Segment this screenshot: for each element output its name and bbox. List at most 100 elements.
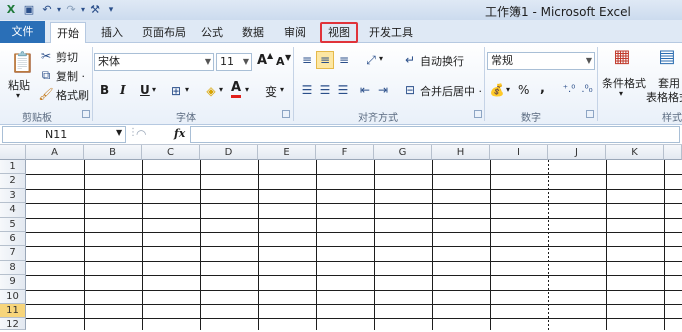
tab-page-layout[interactable]: 页面布局 [137, 22, 191, 43]
align-top-icon[interactable]: ≡ [299, 52, 315, 68]
column-header[interactable]: K [606, 145, 664, 160]
column-header[interactable]: H [432, 145, 490, 160]
column-header[interactable]: I [490, 145, 548, 160]
increase-indent-icon[interactable]: ⇥ [375, 82, 391, 98]
decrease-decimal-icon[interactable]: .⁰₀ [579, 82, 595, 98]
column-header[interactable]: E [258, 145, 316, 160]
tab-data[interactable]: 数据 [238, 22, 268, 43]
align-bottom-icon[interactable]: ≡ [336, 52, 352, 68]
font-color-icon[interactable]: A [231, 81, 242, 98]
accounting-format-icon[interactable]: 💰 [489, 82, 505, 98]
row-header[interactable]: 2 [0, 174, 26, 189]
merge-center-button[interactable]: 合并后居中 · [420, 83, 482, 99]
row-header[interactable]: 3 [0, 188, 26, 204]
cancel-entry-icon[interactable]: ◠ [136, 127, 146, 141]
row-header[interactable]: 5 [0, 217, 26, 232]
format-painter-button[interactable]: 格式刷 [56, 87, 89, 103]
bold-button[interactable]: B [100, 83, 109, 97]
select-all-corner[interactable] [0, 145, 26, 160]
tab-insert[interactable]: 插入 [95, 22, 129, 43]
chevron-down-icon: ▼ [242, 57, 249, 66]
column-header[interactable]: D [200, 145, 258, 160]
format-as-table-button-line2[interactable]: 表格格式 [646, 89, 682, 105]
align-middle-icon[interactable]: ≡ [316, 51, 334, 69]
font-color-dropdown-icon[interactable]: ▾ [245, 85, 249, 94]
borders-icon[interactable]: ⊞ [168, 83, 184, 99]
alignment-launcher-icon[interactable] [474, 110, 482, 118]
column-header[interactable]: C [142, 145, 200, 160]
column-header[interactable]: J [548, 145, 606, 160]
phonetic-dropdown-icon[interactable]: ▾ [280, 85, 284, 94]
font-launcher-icon[interactable] [282, 110, 290, 118]
orientation-dropdown-icon[interactable]: ▾ [379, 54, 383, 63]
row-header[interactable]: 8 [0, 260, 26, 276]
save-icon[interactable]: ▣ [22, 3, 36, 17]
wrap-text-icon[interactable]: ↵ [402, 52, 418, 68]
tab-file[interactable]: 文件 [0, 21, 45, 43]
column-header[interactable]: G [374, 145, 432, 160]
borders-dropdown-icon[interactable]: ▾ [185, 85, 189, 94]
number-format-combo[interactable]: 常规 ▼ [487, 52, 595, 70]
tab-home[interactable]: 开始 [50, 22, 86, 43]
customize-dropdown-icon[interactable]: ▾ [104, 3, 118, 17]
phonetic-button[interactable]: 变 [265, 83, 277, 100]
name-box[interactable]: N11 [2, 126, 126, 143]
row-header[interactable]: 1 [0, 160, 26, 175]
row-header[interactable]: 4 [0, 203, 26, 218]
comma-style-button[interactable]: , [540, 81, 545, 96]
increase-decimal-icon[interactable]: ⁺.⁰ [561, 82, 577, 98]
customize-icon[interactable]: ⚒ [88, 3, 102, 17]
fill-color-icon[interactable]: ◈ [203, 83, 219, 99]
paste-dropdown-icon[interactable]: ▾ [16, 91, 20, 100]
accounting-dropdown-icon[interactable]: ▾ [506, 85, 510, 94]
decrease-indent-icon[interactable]: ⇤ [357, 82, 373, 98]
cut-icon[interactable]: ✂ [38, 48, 54, 64]
row-header[interactable]: 12 [0, 318, 26, 331]
paste-icon[interactable]: 📋 [10, 49, 35, 75]
copy-button[interactable]: 复制 · [56, 68, 85, 84]
tab-review[interactable]: 审阅 [280, 22, 310, 43]
conditional-formatting-button[interactable]: 条件格式 [602, 75, 646, 91]
shrink-font-button[interactable]: A [276, 55, 285, 68]
grow-font-button[interactable]: A [257, 53, 267, 68]
wrap-text-button[interactable]: 自动换行 [420, 53, 464, 69]
clipboard-group-label: 剪贴板 [22, 113, 52, 124]
format-painter-icon[interactable]: 🖌 [38, 86, 54, 102]
tab-view[interactable]: 视图 [320, 22, 358, 43]
column-header[interactable] [664, 145, 682, 160]
row-header[interactable]: 10 [0, 289, 26, 304]
insert-function-button[interactable]: fx [174, 127, 185, 140]
tab-developer[interactable]: 开发工具 [366, 22, 416, 43]
font-name-combo[interactable]: 宋体 ▼ [94, 53, 214, 71]
row-header[interactable]: 6 [0, 232, 26, 247]
tab-formulas[interactable]: 公式 [198, 22, 226, 43]
merge-center-icon[interactable]: ⊟ [402, 82, 418, 98]
font-size-combo[interactable]: 11 ▼ [216, 53, 252, 71]
align-right-icon[interactable]: ☰ [335, 82, 351, 98]
underline-button[interactable]: U [140, 83, 150, 97]
percent-style-button[interactable]: % [518, 83, 529, 97]
number-launcher-icon[interactable] [586, 110, 594, 118]
align-center-icon[interactable]: ☰ [317, 82, 333, 98]
column-header[interactable]: F [316, 145, 374, 160]
row-header-selected[interactable]: 11 [0, 304, 26, 319]
underline-dropdown-icon[interactable]: ▾ [152, 85, 156, 94]
align-left-icon[interactable]: ☰ [299, 82, 315, 98]
conditional-formatting-dropdown-icon[interactable]: ▾ [619, 89, 623, 98]
styles-group-label: 样式 [662, 113, 682, 124]
column-header[interactable]: A [26, 145, 84, 160]
cut-button[interactable]: 剪切 [56, 49, 78, 65]
clipboard-launcher-icon[interactable] [82, 110, 90, 118]
orientation-icon[interactable]: ⤢ [363, 52, 379, 68]
format-as-table-icon[interactable]: ▤ [655, 46, 679, 68]
conditional-formatting-icon[interactable]: ▦ [610, 46, 634, 68]
row-header[interactable]: 7 [0, 246, 26, 261]
name-box-dropdown-icon[interactable]: ▼ [116, 128, 122, 137]
worksheet-grid[interactable]: A B C D E F G H I J K 1 2 3 4 5 6 7 8 9 … [0, 145, 682, 331]
formula-input[interactable] [190, 126, 680, 143]
fill-color-dropdown-icon[interactable]: ▾ [219, 85, 223, 94]
row-header[interactable]: 9 [0, 275, 26, 290]
copy-icon[interactable]: ⧉ [38, 67, 54, 83]
column-header[interactable]: B [84, 145, 142, 160]
italic-button[interactable]: I [120, 83, 126, 97]
